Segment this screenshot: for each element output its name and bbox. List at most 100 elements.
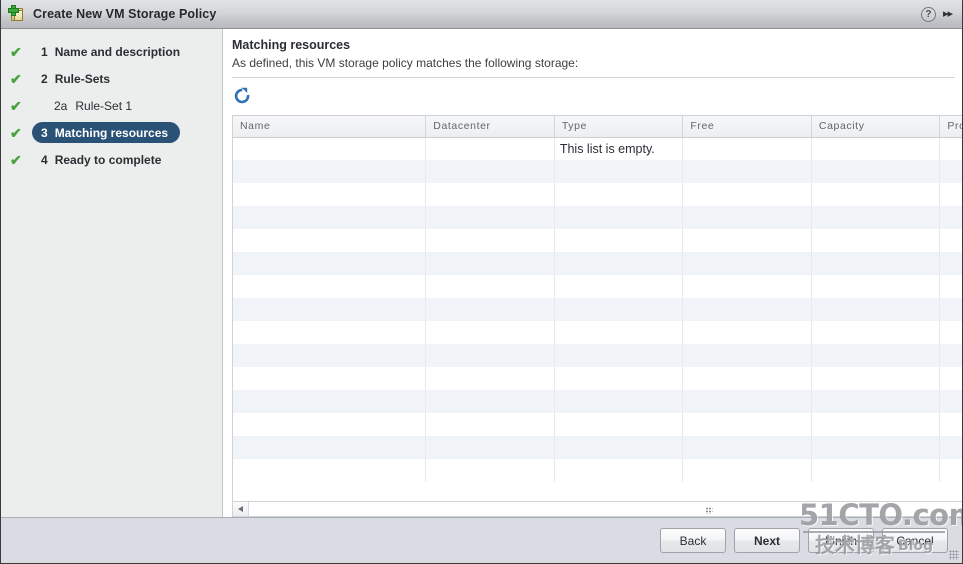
scroll-track[interactable] — [249, 502, 962, 516]
table-cell — [554, 344, 684, 367]
step-number: 4 — [41, 152, 48, 167]
table-row[interactable] — [233, 229, 962, 252]
dialog-window: Create New VM Storage Policy ? ▸▸ ✔ 1 Na… — [0, 0, 963, 564]
table-cell — [425, 183, 555, 206]
table-cell — [233, 275, 427, 298]
step-number: 2 — [41, 71, 48, 86]
help-icon[interactable]: ? — [920, 6, 936, 22]
table-row[interactable] — [233, 160, 962, 183]
table-row[interactable] — [233, 298, 962, 321]
table-cell: This list is empty. — [554, 137, 684, 160]
column-header-capacity[interactable]: Capacity — [811, 116, 941, 138]
table-cell — [939, 436, 962, 459]
table-row[interactable] — [233, 252, 962, 275]
expand-chevrons-icon[interactable]: ▸▸ — [943, 8, 954, 20]
table-grid: Name Datacenter Type Free Capacity Provi… — [232, 115, 962, 501]
table-cell — [811, 390, 941, 413]
table-cell — [233, 160, 427, 183]
table-cell — [811, 183, 941, 206]
table-row[interactable] — [233, 367, 962, 390]
table-cell — [939, 275, 962, 298]
table-cell — [233, 252, 427, 275]
table-cell — [682, 321, 812, 344]
scroll-grip-handle[interactable] — [705, 507, 713, 514]
table-cell — [233, 390, 427, 413]
table-row[interactable] — [233, 275, 962, 298]
table-row[interactable] — [233, 413, 962, 436]
sidebar-item-ready-to-complete[interactable]: ✔ 4 Ready to complete — [1, 148, 222, 171]
table-cell — [233, 229, 427, 252]
screenshot-root: Create New VM Storage Policy ? ▸▸ ✔ 1 Na… — [0, 0, 963, 564]
column-header-name[interactable]: Name — [233, 116, 427, 138]
refresh-icon[interactable] — [233, 87, 251, 105]
table-cell — [682, 344, 812, 367]
step-label: Matching resources — [54, 125, 169, 140]
table-row[interactable] — [233, 390, 962, 413]
table-cell — [939, 206, 962, 229]
table-header-row: Name Datacenter Type Free Capacity Provi… — [233, 116, 962, 138]
table-row[interactable]: This list is empty. — [233, 137, 962, 160]
table-cell — [233, 321, 427, 344]
table-cell — [554, 413, 684, 436]
table-cell — [554, 206, 684, 229]
finish-button[interactable]: Finish — [808, 528, 874, 553]
column-header-free[interactable]: Free — [682, 116, 812, 138]
table-cell — [682, 229, 812, 252]
next-button[interactable]: Next — [734, 528, 800, 553]
table-cell — [233, 206, 427, 229]
step-label: Rule-Set 1 — [75, 98, 133, 113]
sidebar-item-matching-resources[interactable]: ✔ 3 Matching resources — [1, 121, 222, 144]
table-cell — [233, 413, 427, 436]
table-cell — [425, 137, 555, 160]
resources-table: Name Datacenter Type Free Capacity Provi… — [233, 116, 962, 482]
step-number: 2a — [54, 98, 68, 113]
table-cell — [811, 275, 941, 298]
table-cell — [233, 344, 427, 367]
step-label: Ready to complete — [54, 152, 162, 167]
table-row[interactable] — [233, 183, 962, 206]
table-cell — [811, 229, 941, 252]
table-cell — [425, 367, 555, 390]
table-row[interactable] — [233, 321, 962, 344]
step-label: Name and description — [54, 44, 181, 59]
cancel-button[interactable]: Cancel — [882, 528, 948, 553]
sidebar-item-rule-sets[interactable]: ✔ 2 Rule-Sets — [1, 67, 222, 90]
table-cell — [939, 229, 962, 252]
table-cell — [554, 298, 684, 321]
sidebar-item-name-and-description[interactable]: ✔ 1 Name and description — [1, 40, 222, 63]
table-cell — [682, 137, 812, 160]
table-cell — [554, 321, 684, 344]
table-cell — [554, 275, 684, 298]
table-cell — [425, 459, 555, 482]
table-cell — [811, 252, 941, 275]
table-cell — [554, 390, 684, 413]
table-cell — [554, 459, 684, 482]
table-cell — [811, 367, 941, 390]
table-cell — [939, 390, 962, 413]
table-cell — [939, 413, 962, 436]
column-header-provisioned[interactable]: Provisione — [939, 116, 962, 138]
scroll-left-button[interactable] — [233, 502, 249, 516]
step-number: 1 — [41, 44, 48, 59]
check-icon: ✔ — [10, 43, 22, 60]
table-cell — [233, 137, 427, 160]
table-row[interactable] — [233, 344, 962, 367]
sidebar-item-rule-set-1[interactable]: ✔ 2a Rule-Set 1 — [1, 94, 222, 117]
table-cell — [233, 459, 427, 482]
horizontal-scrollbar[interactable] — [232, 501, 962, 517]
table-row[interactable] — [233, 436, 962, 459]
dialog-footer: Back Next Finish Cancel — [1, 517, 962, 563]
check-icon: ✔ — [10, 151, 22, 168]
table-row[interactable] — [233, 206, 962, 229]
column-header-type[interactable]: Type — [554, 116, 684, 138]
table-cell — [554, 252, 684, 275]
resize-grip[interactable] — [949, 550, 959, 560]
table-cell — [233, 436, 427, 459]
titlebar-actions: ? ▸▸ — [920, 6, 956, 22]
column-header-datacenter[interactable]: Datacenter — [425, 116, 555, 138]
table-cell — [939, 367, 962, 390]
table-cell — [425, 344, 555, 367]
back-button[interactable]: Back — [660, 528, 726, 553]
table-row[interactable] — [233, 459, 962, 482]
table-cell — [811, 321, 941, 344]
